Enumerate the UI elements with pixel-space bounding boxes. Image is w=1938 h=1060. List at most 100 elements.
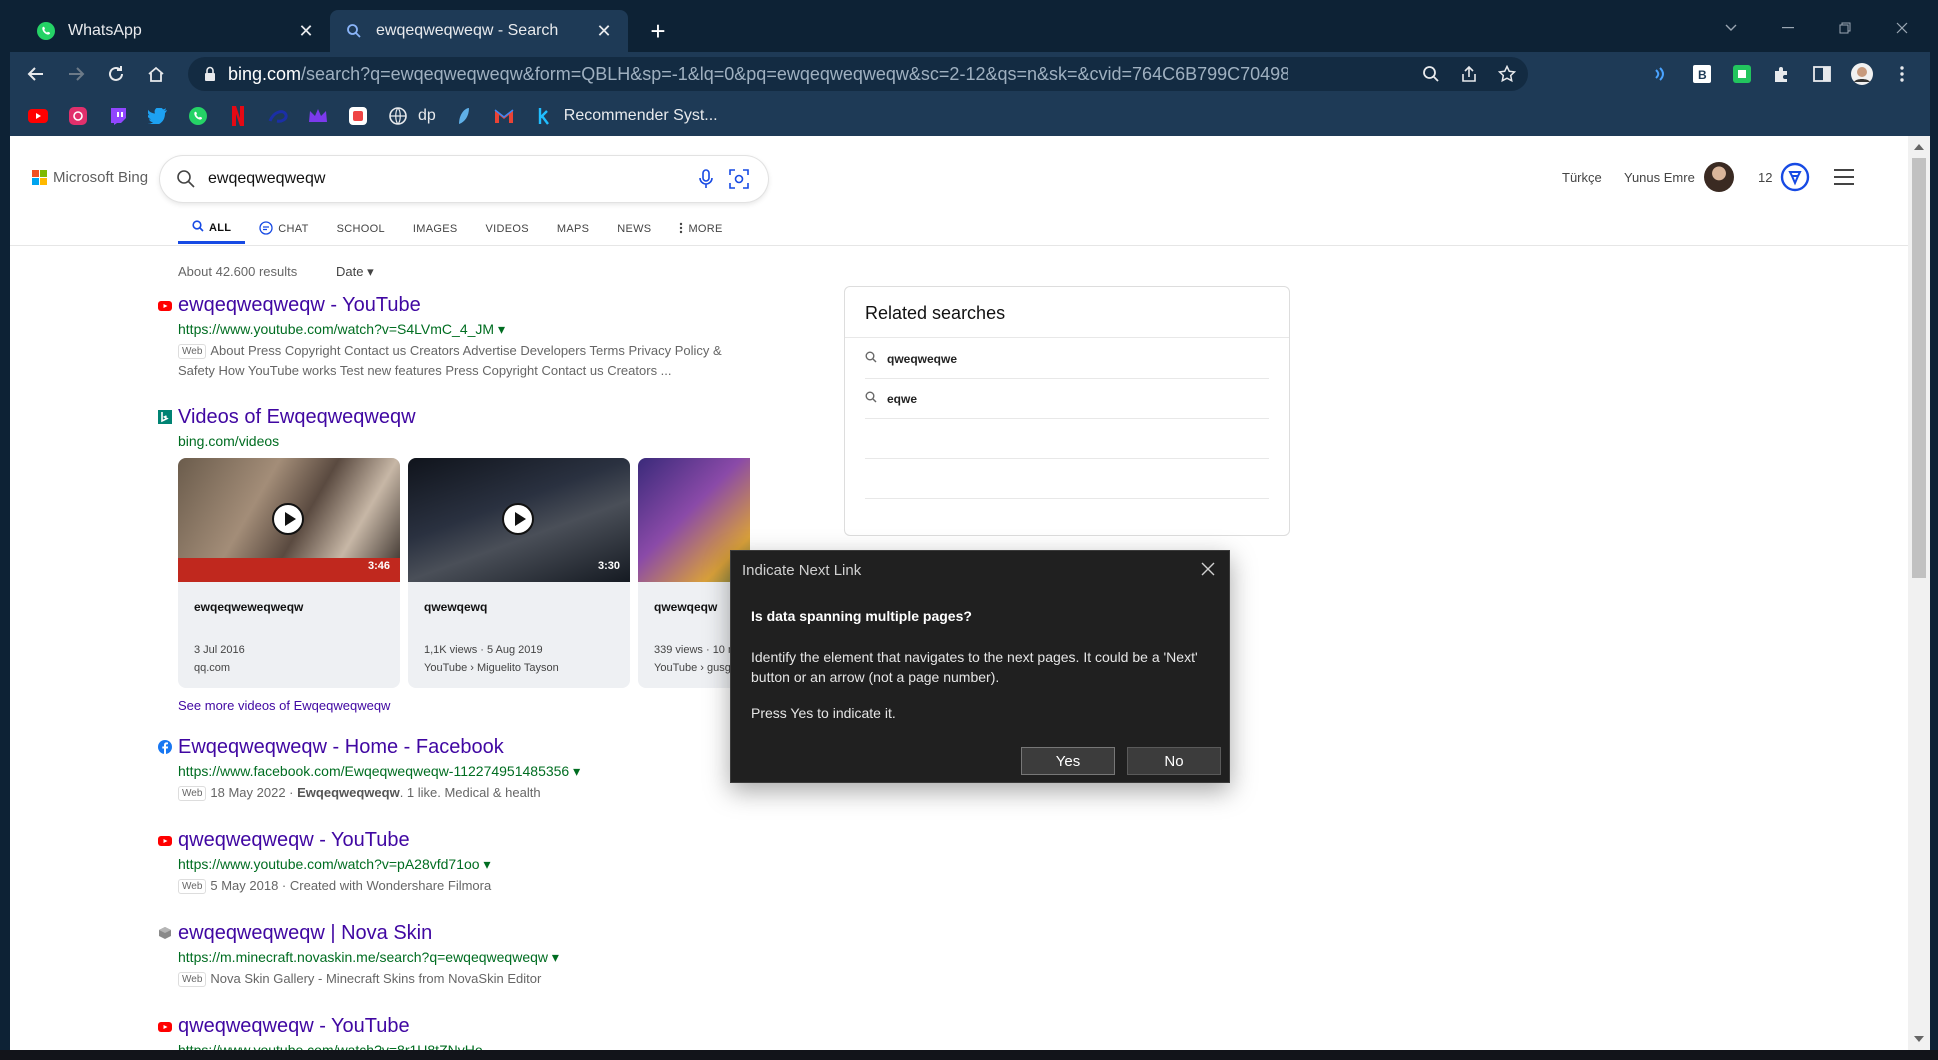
result-snippet: Web About Press Copyright Contact us Crea… — [178, 343, 722, 378]
tab-strip: WhatsApp ✕ ewqeqweqweqw - Search ✕ + — [10, 10, 1930, 52]
bookmark-twitter[interactable] — [146, 104, 170, 128]
bookmark-star-icon[interactable] — [1496, 63, 1518, 85]
tab-news[interactable]: NEWS — [603, 214, 665, 244]
tab-more[interactable]: MORE — [665, 214, 736, 244]
bookmark-dp[interactable]: dp — [386, 104, 436, 128]
share-icon[interactable] — [1458, 63, 1480, 85]
result-url[interactable]: https://m.minecraft.novaskin.me/search?q… — [178, 949, 559, 966]
bookmark-netflix[interactable] — [226, 104, 250, 128]
new-tab-button[interactable]: + — [646, 18, 670, 44]
language-link[interactable]: Türkçe — [1562, 170, 1602, 185]
result-title-link[interactable]: qweqweqweqw - YouTube — [178, 1015, 410, 1038]
tab-whatsapp[interactable]: WhatsApp ✕ — [22, 10, 330, 52]
tab-search-icon[interactable] — [1702, 10, 1759, 46]
bookmark-disney[interactable] — [266, 104, 290, 128]
videos-title-link[interactable]: Videos of Ewqeqweqweqw — [178, 406, 416, 429]
result-url[interactable]: https://www.youtube.com/watch?v=S4LVmC_4… — [178, 321, 505, 338]
reload-icon[interactable] — [104, 62, 128, 86]
related-search-item[interactable] — [865, 459, 1269, 499]
side-panel-icon[interactable] — [1810, 62, 1834, 86]
bookmark-recommender[interactable]: Recommender Syst... — [532, 104, 718, 128]
result-title-link[interactable]: Ewqeqweqweqw - Home - Facebook — [178, 736, 504, 759]
visual-search-icon[interactable] — [728, 168, 750, 195]
home-icon[interactable] — [144, 62, 168, 86]
close-icon[interactable]: ✕ — [296, 21, 316, 41]
tab-title: WhatsApp — [68, 22, 142, 39]
b-extension-icon[interactable]: B — [1690, 62, 1714, 86]
avatar[interactable] — [1704, 162, 1734, 192]
related-search-item[interactable] — [865, 419, 1269, 459]
see-more-videos-link[interactable]: See more videos of Ewqeqweqweqw — [178, 698, 390, 713]
video-title: qwewqewq — [424, 600, 488, 614]
bookmark-app[interactable] — [346, 104, 370, 128]
restore-button[interactable] — [1816, 10, 1873, 46]
back-icon[interactable] — [24, 62, 48, 86]
bookmarks-bar: dp Recommender Syst... — [10, 96, 1930, 136]
globe-icon — [386, 104, 410, 128]
page-scrollbar[interactable] — [1908, 136, 1930, 1050]
tab-videos[interactable]: VIDEOS — [471, 214, 542, 244]
search-icon[interactable] — [176, 169, 196, 194]
green-extension-icon[interactable] — [1730, 62, 1754, 86]
microphone-icon[interactable] — [696, 168, 716, 195]
result-title-link[interactable]: ewqeqweqweqw | Nova Skin — [178, 922, 432, 945]
result-url[interactable]: https://www.youtube.com/watch?v=pA28vfd7… — [178, 856, 491, 873]
rewards-count[interactable]: 12 — [1758, 170, 1772, 185]
date-filter[interactable]: Date ▾ — [336, 264, 374, 280]
hamburger-menu-icon[interactable] — [1834, 169, 1854, 185]
close-icon[interactable] — [1199, 560, 1217, 578]
browser-window: WhatsApp ✕ ewqeqweqweqw - Search ✕ + bin… — [0, 0, 1938, 1060]
video-card[interactable]: 3:46 ewqeqweweqweqw 3 Jul 2016 qq.com — [178, 458, 400, 688]
zoom-icon[interactable] — [1420, 63, 1442, 85]
video-card[interactable]: 3:30 qwewqewq 1,1K views · 5 Aug 2019 Yo… — [408, 458, 630, 688]
videos-source[interactable]: bing.com/videos — [178, 433, 279, 449]
scroll-down-icon[interactable] — [1914, 1036, 1924, 1042]
profile-avatar-icon[interactable] — [1850, 62, 1874, 86]
taskbar-edge — [0, 1050, 1938, 1060]
related-search-item[interactable]: eqwe — [865, 379, 1269, 419]
rewards-icon[interactable] — [1780, 162, 1810, 192]
tab-title: ewqeqweqweqw - Search — [376, 22, 559, 39]
bookmark-twitch[interactable] — [106, 104, 130, 128]
close-icon[interactable]: ✕ — [594, 21, 614, 41]
bookmark-instagram[interactable] — [66, 104, 90, 128]
tab-chat[interactable]: CHAT — [245, 214, 322, 244]
bing-header: Microsoft Bing Türkçe Yunus Emre 12 ALL — [10, 136, 1908, 246]
result-url[interactable]: https://www.facebook.com/Ewqeqweqweqw-11… — [178, 763, 580, 780]
tab-bing-search[interactable]: ewqeqweqweqw - Search ✕ — [330, 10, 628, 52]
scroll-up-icon[interactable] — [1914, 144, 1924, 150]
indicate-next-link-dialog: Indicate Next Link Is data spanning mult… — [730, 550, 1230, 783]
result-url[interactable]: https://www.youtube.com/watch?v=8r1U8tZN… — [178, 1042, 483, 1050]
play-icon — [502, 503, 534, 535]
tab-all[interactable]: ALL — [178, 214, 246, 244]
bookmark-leaf[interactable] — [452, 104, 476, 128]
dialog-title: Indicate Next Link — [742, 562, 862, 579]
result-title-link[interactable]: ewqeqweqweqw - YouTube — [178, 294, 421, 317]
tab-school[interactable]: SCHOOL — [323, 214, 399, 244]
caret-down-icon: ▾ — [367, 264, 374, 279]
extensions-puzzle-icon[interactable] — [1770, 62, 1794, 86]
bookmark-crown[interactable] — [306, 104, 330, 128]
user-name[interactable]: Yunus Emre — [1624, 170, 1695, 185]
address-bar[interactable]: bing.com/search?q=ewqeqweqweqw&form=QBLH… — [188, 57, 1528, 91]
video-title: qwewqeqw — [654, 600, 718, 614]
scrollbar-thumb[interactable] — [1912, 158, 1926, 578]
yes-button[interactable]: Yes — [1021, 747, 1115, 775]
svg-text:B: B — [1698, 68, 1707, 82]
bookmark-whatsapp[interactable] — [186, 104, 210, 128]
related-search-item[interactable]: qweqweqwe — [865, 339, 1269, 379]
bookmark-youtube[interactable] — [26, 104, 50, 128]
bookmark-gmail[interactable] — [492, 104, 516, 128]
wifi-extension-icon[interactable] — [1650, 62, 1674, 86]
tab-images[interactable]: IMAGES — [399, 214, 472, 244]
minimize-button[interactable] — [1759, 10, 1816, 46]
bing-logo[interactable]: Microsoft Bing — [32, 169, 148, 186]
no-button[interactable]: No — [1127, 747, 1221, 775]
result-title-link[interactable]: qweqweqweqw - YouTube — [178, 829, 410, 852]
tab-maps[interactable]: MAPS — [543, 214, 603, 244]
search-input[interactable] — [208, 168, 628, 190]
forward-icon[interactable] — [64, 62, 88, 86]
results-count: About 42.600 results — [178, 264, 298, 279]
menu-dots-icon[interactable] — [1890, 62, 1914, 86]
close-window-button[interactable] — [1873, 10, 1930, 46]
